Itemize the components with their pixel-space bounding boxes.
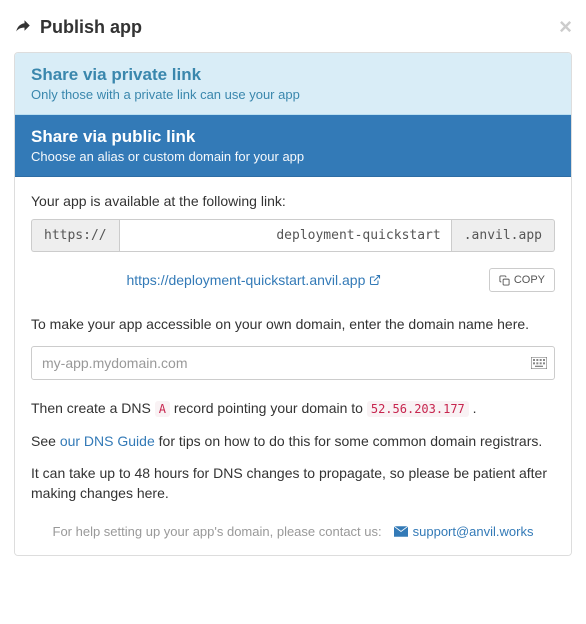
guide-suffix: for tips on how to do this for some comm… <box>155 433 543 449</box>
copy-button[interactable]: COPY <box>489 268 555 292</box>
dns-suffix: . <box>469 400 477 416</box>
app-url-link[interactable]: https://deployment-quickstart.anvil.app <box>31 272 477 288</box>
propagate-text: It can take up to 48 hours for DNS chang… <box>31 463 555 504</box>
copy-icon <box>499 275 510 286</box>
public-link-subtitle: Choose an alias or custom domain for you… <box>31 149 555 164</box>
dns-guide-link[interactable]: our DNS Guide <box>60 433 155 449</box>
url-protocol-addon: https:// <box>31 219 119 252</box>
support-email-text: support@anvil.works <box>413 524 534 539</box>
dns-middle: record pointing your domain to <box>170 400 367 416</box>
private-link-section[interactable]: Share via private link Only those with a… <box>15 53 571 115</box>
copy-button-label: COPY <box>514 274 545 286</box>
url-input-group: https:// .anvil.app <box>31 219 555 252</box>
modal-header: Publish app × <box>14 12 572 52</box>
modal-title: Publish app <box>14 17 142 38</box>
share-arrow-icon <box>14 18 32 36</box>
app-url-text: https://deployment-quickstart.anvil.app <box>126 272 365 288</box>
close-icon[interactable]: × <box>559 16 572 38</box>
help-text: For help setting up your app's domain, p… <box>53 524 382 539</box>
dns-instruction: Then create a DNS A record pointing your… <box>31 398 555 418</box>
dns-ip: 52.56.203.177 <box>367 401 469 417</box>
external-link-icon <box>369 274 381 286</box>
domain-input-wrap <box>31 346 555 380</box>
url-slug-input[interactable] <box>119 219 452 252</box>
url-suffix-addon: .anvil.app <box>452 219 555 252</box>
dns-record-type: A <box>155 401 170 417</box>
support-email-link[interactable]: support@anvil.works <box>394 524 534 539</box>
modal-title-text: Publish app <box>40 17 142 38</box>
link-row: https://deployment-quickstart.anvil.app <box>31 268 555 292</box>
available-link-label: Your app is available at the following l… <box>31 193 555 209</box>
envelope-icon <box>394 526 408 537</box>
publish-app-modal: Publish app × Share via private link Onl… <box>0 0 586 568</box>
dns-guide-text: See our DNS Guide for tips on how to do … <box>31 431 555 451</box>
private-link-title: Share via private link <box>31 65 555 85</box>
private-link-subtitle: Only those with a private link can use y… <box>31 87 555 102</box>
dns-prefix: Then create a DNS <box>31 400 155 416</box>
domain-intro-text: To make your app accessible on your own … <box>31 314 555 334</box>
public-link-header[interactable]: Share via public link Choose an alias or… <box>15 115 571 177</box>
custom-domain-input[interactable] <box>31 346 555 380</box>
help-row: For help setting up your app's domain, p… <box>31 516 555 539</box>
keyboard-icon <box>531 357 547 369</box>
guide-prefix: See <box>31 433 60 449</box>
share-panel: Share via private link Only those with a… <box>14 52 572 556</box>
public-link-title: Share via public link <box>31 127 555 147</box>
public-link-body: Your app is available at the following l… <box>15 177 571 555</box>
